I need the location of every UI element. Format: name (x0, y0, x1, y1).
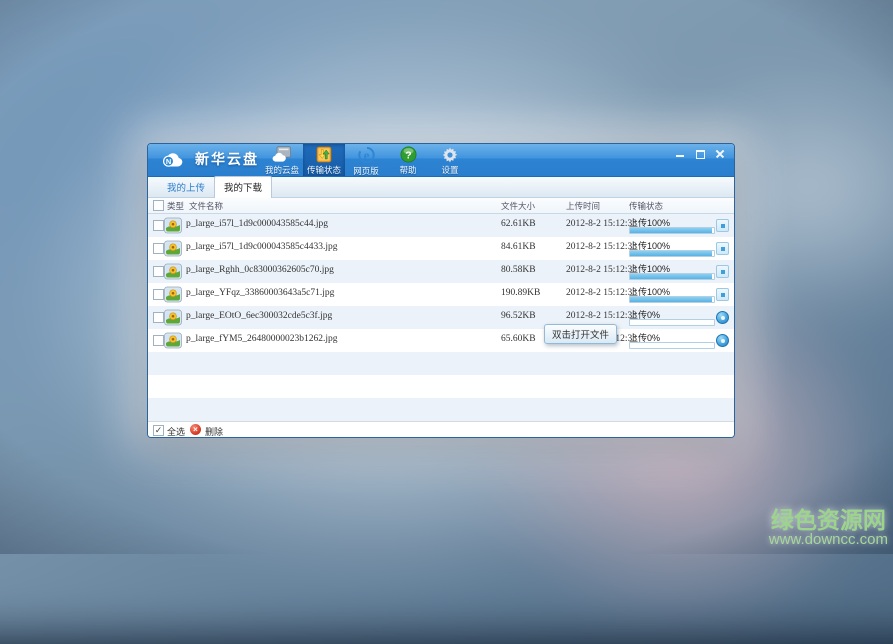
progress-bar (629, 319, 715, 326)
column-header-status: 传输状态 (629, 200, 663, 212)
upload-time: 2012-8-2 15:12:33 (566, 242, 637, 252)
empty-row (148, 352, 734, 375)
file-name: p_large_i57l_1d9c000043585c4433.jpg (186, 242, 338, 252)
file-size: 84.61KB (501, 242, 536, 252)
cloud-drive-icon (272, 146, 292, 163)
app-logo: N 新华云盘 (160, 149, 259, 169)
progress-bar (629, 342, 715, 349)
help-icon: ? (400, 146, 417, 163)
table-header: 类型 文件名称 文件大小 上传时间 传输状态 (148, 198, 734, 214)
toolbar-label: 网页版 (353, 165, 379, 177)
window-controls (675, 149, 726, 159)
svg-text:e: e (363, 147, 369, 162)
file-rows: 双击打开文件 p_large_i57l_1d9c000043585c44.jpg… (148, 214, 734, 421)
stop-button[interactable] (716, 265, 729, 278)
upload-time: 2012-8-2 15:12:33 (566, 265, 637, 275)
toolbar-label: 传输状态 (307, 164, 341, 176)
svg-text:?: ? (405, 149, 411, 161)
row-checkbox[interactable] (153, 312, 164, 323)
file-name: p_large_YFqz_33860003643a5c71.jpg (186, 288, 334, 298)
toolbar-label: 我的云盘 (265, 164, 299, 176)
ie-browser-icon: e (357, 146, 376, 164)
image-file-icon (164, 217, 182, 234)
upload-time: 2012-8-2 15:12:33 (566, 288, 637, 298)
empty-row (148, 398, 734, 421)
row-checkbox[interactable] (153, 220, 164, 231)
column-header-type: 类型 (167, 200, 184, 212)
toolbar-label: 帮助 (399, 164, 416, 176)
file-name: p_large_Rghh_0c83000362605c70.jpg (186, 265, 334, 275)
table-row[interactable]: p_large_i57l_1d9c000043585c44.jpg 62.61K… (148, 214, 734, 237)
select-all-label[interactable]: 全选 (167, 425, 185, 438)
delete-icon[interactable]: × (190, 424, 201, 435)
maximize-icon[interactable] (695, 149, 706, 159)
table-row[interactable]: p_large_YFqz_33860003643a5c71.jpg 190.89… (148, 283, 734, 306)
row-checkbox[interactable] (153, 335, 164, 346)
toolbar-item-settings[interactable]: 设置 (429, 144, 471, 176)
close-icon[interactable] (715, 149, 726, 159)
file-name: p_large_fYM5_26480000023b1262.jpg (186, 334, 338, 344)
table-row[interactable]: p_large_EOtO_6ec300032cde5c3f.jpg 96.52K… (148, 306, 734, 329)
column-header-name: 文件名称 (189, 200, 223, 212)
title-bar[interactable]: N 新华云盘 我的云盘 (148, 144, 734, 177)
stop-button[interactable] (716, 219, 729, 232)
toolbar-label: 设置 (441, 164, 458, 176)
resume-button[interactable] (716, 334, 729, 347)
gear-icon (442, 146, 458, 163)
toolbar-item-my-cloud[interactable]: 我的云盘 (261, 144, 303, 176)
table-row[interactable]: p_large_i57l_1d9c000043585c4433.jpg 84.6… (148, 237, 734, 260)
upload-time: 2012-8-2 15:12:33 (566, 311, 637, 321)
image-file-icon (164, 263, 182, 280)
toolbar: 我的云盘 传输状态 e (261, 144, 471, 176)
delete-label[interactable]: 删除 (205, 425, 223, 438)
image-file-icon (164, 240, 182, 257)
column-header-time: 上传时间 (566, 200, 600, 212)
minimize-icon[interactable] (675, 149, 686, 159)
file-size: 62.61KB (501, 219, 536, 229)
image-file-icon (164, 332, 182, 349)
table-row[interactable]: p_large_Rghh_0c83000362605c70.jpg 80.58K… (148, 260, 734, 283)
image-file-icon (164, 286, 182, 303)
svg-text:N: N (166, 157, 171, 166)
row-checkbox[interactable] (153, 289, 164, 300)
empty-row (148, 375, 734, 398)
file-name: p_large_EOtO_6ec300032cde5c3f.jpg (186, 311, 332, 321)
select-all-checkbox[interactable]: ✓ (153, 425, 164, 436)
file-size: 190.89KB (501, 288, 540, 298)
file-size: 65.60KB (501, 334, 536, 344)
watermark: 绿色资源网 www.downcc.com (769, 508, 888, 548)
footer-bar: ✓ 全选 × 删除 (148, 421, 734, 438)
watermark-site-url: www.downcc.com (769, 532, 888, 548)
tab-bar: 我的上传 我的下载 (148, 177, 734, 198)
file-size: 80.58KB (501, 265, 536, 275)
row-checkbox[interactable] (153, 266, 164, 277)
image-file-icon (164, 309, 182, 326)
progress-bar (629, 250, 715, 257)
toolbar-item-web-version[interactable]: e 网页版 (345, 144, 387, 176)
column-header-size: 文件大小 (501, 200, 535, 212)
open-file-tooltip: 双击打开文件 (544, 324, 617, 344)
watermark-site-name: 绿色资源网 (769, 508, 888, 532)
app-window: N 新华云盘 我的云盘 (147, 143, 735, 438)
app-title: 新华云盘 (195, 149, 259, 169)
select-all-header-checkbox[interactable] (153, 200, 164, 211)
transfer-status-icon (315, 146, 333, 163)
row-checkbox[interactable] (153, 243, 164, 254)
tab-my-uploads[interactable]: 我的上传 (158, 177, 214, 197)
stop-button[interactable] (716, 242, 729, 255)
cloud-logo-icon: N (160, 149, 190, 169)
file-size: 96.52KB (501, 311, 536, 321)
progress-bar (629, 296, 715, 303)
progress-bar (629, 273, 715, 280)
toolbar-item-help[interactable]: ? 帮助 (387, 144, 429, 176)
file-name: p_large_i57l_1d9c000043585c44.jpg (186, 219, 328, 229)
progress-bar (629, 227, 715, 234)
upload-time: 2012-8-2 15:12:33 (566, 219, 637, 229)
resume-button[interactable] (716, 311, 729, 324)
table-row[interactable]: p_large_fYM5_26480000023b1262.jpg 65.60K… (148, 329, 734, 352)
stop-button[interactable] (716, 288, 729, 301)
toolbar-item-transfer-status[interactable]: 传输状态 (303, 144, 345, 176)
tab-my-downloads[interactable]: 我的下载 (214, 176, 272, 198)
